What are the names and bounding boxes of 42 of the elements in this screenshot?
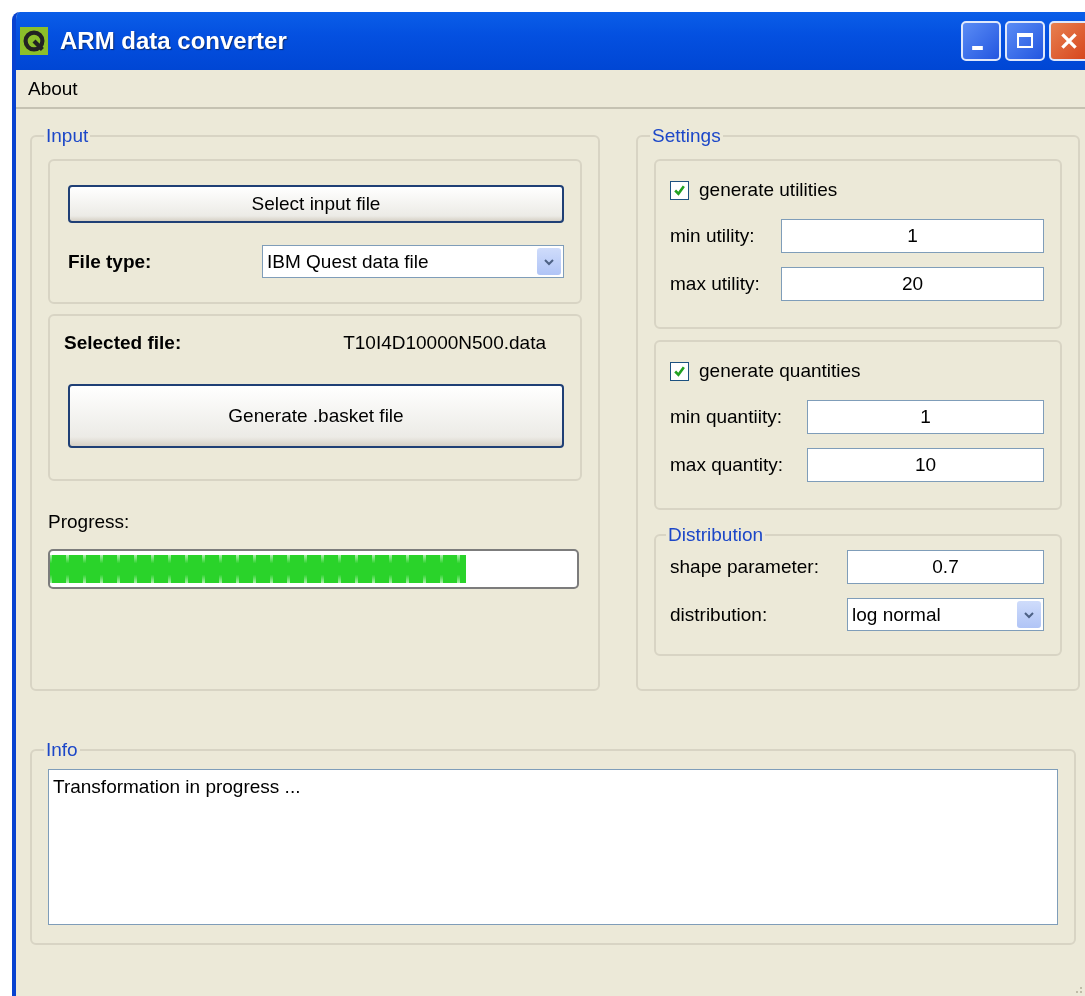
menu-item[interactable]: About bbox=[28, 77, 78, 100]
checkbox[interactable] bbox=[670, 361, 689, 381]
field-label: distribution: bbox=[670, 603, 768, 626]
window-title: ARM data converter bbox=[60, 27, 287, 55]
group-title: Settings bbox=[651, 125, 722, 147]
distribution-dropdown[interactable]: log normal bbox=[847, 598, 1044, 631]
number-field[interactable]: 0.7 bbox=[847, 550, 1044, 584]
field-label: max quantity: bbox=[670, 454, 783, 476]
number-field[interactable]: 20 bbox=[781, 267, 1044, 301]
info-text-area[interactable]: Transformation in progress ... bbox=[48, 769, 1058, 925]
minimize-button[interactable] bbox=[961, 21, 1001, 61]
field-label: File type: bbox=[68, 250, 152, 273]
group-title: Info bbox=[45, 739, 79, 761]
chevron-down-icon bbox=[544, 256, 554, 267]
number-field[interactable]: 1 bbox=[781, 219, 1044, 253]
close-icon bbox=[1058, 30, 1080, 52]
app-icon bbox=[20, 27, 48, 55]
number-field[interactable]: 1 bbox=[807, 400, 1044, 434]
maximize-icon bbox=[1015, 31, 1035, 51]
field-label: min quantiity: bbox=[670, 406, 782, 428]
checkmark-icon bbox=[673, 183, 686, 197]
progress-label: Progress: bbox=[48, 511, 131, 533]
maximize-button[interactable] bbox=[1005, 21, 1045, 61]
checkmark-icon bbox=[673, 364, 686, 378]
field-label: shape parameter: bbox=[670, 556, 819, 578]
info-text: Transformation in progress ... bbox=[53, 776, 301, 797]
generate-button[interactable]: Generate .basket file bbox=[68, 384, 564, 448]
chevron-down-icon bbox=[1024, 609, 1034, 620]
checkbox[interactable] bbox=[670, 180, 689, 200]
field-label: Selected file: bbox=[64, 332, 182, 354]
selected-file-name: T10I4D10000N500.data bbox=[343, 332, 546, 354]
select-file-button[interactable]: Select input file bbox=[68, 185, 564, 223]
minimize-icon bbox=[971, 46, 983, 50]
group-title: Distribution bbox=[667, 524, 765, 546]
field-label: max utility: bbox=[670, 273, 760, 295]
field-label: min utility: bbox=[670, 225, 755, 247]
number-field[interactable]: 10 bbox=[807, 448, 1044, 482]
checkbox-label: generate utilities bbox=[699, 179, 838, 201]
file-type-dropdown[interactable]: IBM Quest data file bbox=[262, 245, 564, 278]
checkbox-label: generate quantities bbox=[699, 360, 861, 382]
close-button[interactable] bbox=[1049, 21, 1085, 61]
group-title: Input bbox=[45, 125, 90, 147]
